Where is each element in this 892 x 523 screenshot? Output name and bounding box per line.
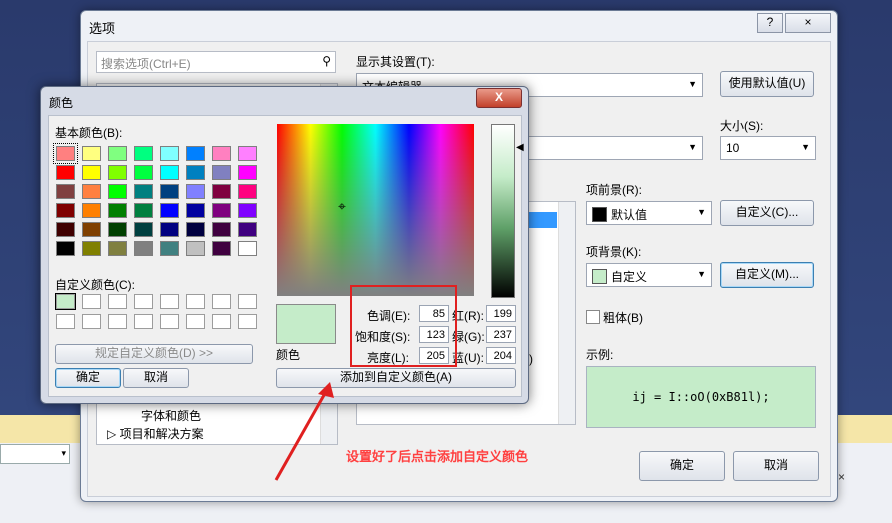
annotation-text: 设置好了后点击添加自定义颜色: [346, 449, 529, 464]
arrow-head: [318, 382, 334, 398]
annotation-arrow: [274, 382, 334, 481]
arrow-line: [274, 387, 330, 481]
